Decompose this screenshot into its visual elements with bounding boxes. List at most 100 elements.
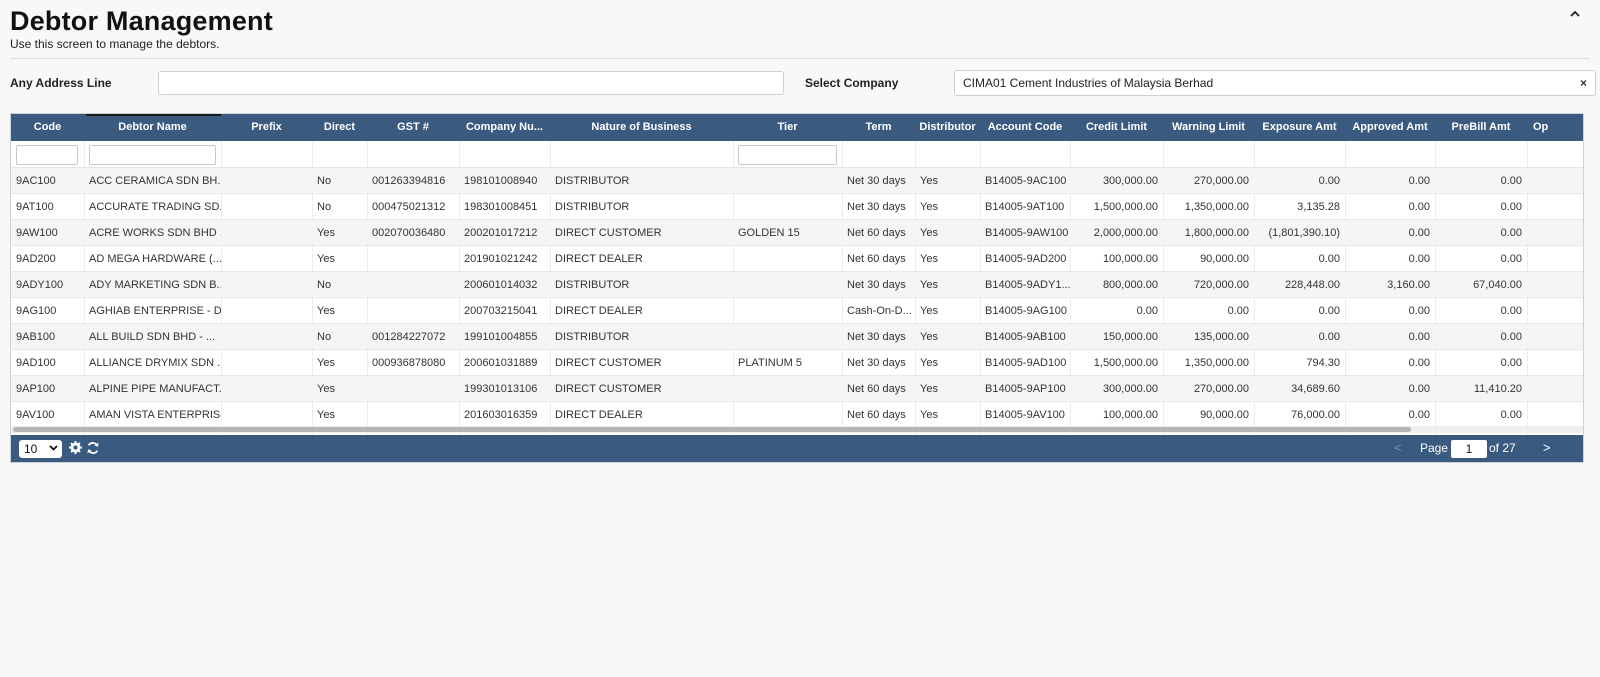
column-header-term[interactable]: Term	[842, 114, 915, 141]
cell-term: Net 30 days	[847, 331, 906, 343]
cell-warning-limit: 270,000.00	[1193, 383, 1249, 395]
table-row[interactable]: 9AD200 AD MEGA HARDWARE (... Yes 2019010212…	[11, 246, 1583, 272]
caret-up-icon[interactable]	[1570, 6, 1580, 21]
scrollbar-thumb[interactable]	[13, 427, 1411, 432]
cell-credit-limit: 100,000.00	[1102, 409, 1158, 421]
cell-nature-of-business: DISTRIBUTOR	[555, 201, 630, 213]
cell-tier	[733, 194, 842, 220]
cell-approved-amt: 0.00	[1408, 305, 1430, 317]
cell-approved-amt: 0.00	[1408, 201, 1430, 213]
company-select[interactable]: CIMA01 Cement Industries of Malaysia Ber…	[954, 70, 1596, 96]
cell-code: 9AB100	[16, 331, 56, 343]
column-header-tier[interactable]: Tier	[733, 114, 842, 141]
cell-tier	[733, 324, 842, 350]
table-row[interactable]: 9AV100 AMAN VISTA ENTERPRIS... Yes 20160301…	[11, 402, 1583, 428]
cell-code: 9AV100	[16, 409, 55, 421]
cell-company-number: 200201017212	[464, 227, 538, 239]
cell-warning-limit: 1,800,000.00	[1184, 227, 1249, 239]
column-header-credit-limit[interactable]: Credit Limit	[1070, 114, 1163, 141]
table-row[interactable]: 9AD100 ALLIANCE DRYMIX SDN ... Yes 00093687…	[11, 350, 1583, 376]
table-row[interactable]: 9AC100 ACC CERAMICA SDN BH... No 0012633948…	[11, 168, 1583, 194]
cell-tier	[733, 376, 842, 402]
table-row[interactable]: 9AW100 ACRE WORKS SDN BHD ... Yes 002070036…	[11, 220, 1583, 246]
prev-page-button[interactable]: <	[1394, 440, 1402, 455]
cell-debtor-name: ALPINE PIPE MANUFACT...	[89, 383, 221, 395]
cell-term: Net 60 days	[847, 253, 906, 265]
cell-code: 9AG100	[16, 305, 57, 317]
cell-prefix	[221, 324, 312, 350]
column-header-nature-of-business[interactable]: Nature of Business	[550, 114, 733, 141]
cell-code: 9AT100	[16, 201, 54, 213]
cell-exposure-amt: 76,000.00	[1291, 409, 1340, 421]
cell-nature-of-business: DIRECT DEALER	[555, 409, 643, 421]
page-title: Debtor Management	[10, 6, 273, 36]
table-row[interactable]: 9AB100 ALL BUILD SDN BHD - ... No 001284227…	[11, 324, 1583, 350]
cell-gst	[367, 376, 459, 402]
column-header-account-code[interactable]: Account Code	[980, 114, 1070, 141]
code-filter-input[interactable]	[16, 145, 78, 165]
cell-credit-limit: 800,000.00	[1102, 279, 1158, 291]
cell-distributor: Yes	[920, 227, 938, 239]
cell-nature-of-business: DIRECT DEALER	[555, 253, 643, 265]
cell-prefix	[221, 402, 312, 428]
table-row[interactable]: 9ADY100 ADY MARKETING SDN B... No 200601014…	[11, 272, 1583, 298]
cell-tier: PLATINUM 5	[738, 357, 802, 369]
column-header-warning-limit[interactable]: Warning Limit	[1163, 114, 1254, 141]
cell-warning-limit: 90,000.00	[1200, 409, 1249, 421]
cell-warning-limit: 1,350,000.00	[1184, 201, 1249, 213]
cell-exposure-amt: 0.00	[1318, 253, 1340, 265]
gear-icon[interactable]	[69, 441, 82, 457]
column-header-debtor-name[interactable]: Debtor Name	[84, 114, 221, 141]
cell-gst	[367, 298, 459, 324]
cell-term: Net 60 days	[847, 227, 906, 239]
next-page-button[interactable]: >	[1543, 440, 1551, 455]
cell-approved-amt: 0.00	[1408, 383, 1430, 395]
clear-icon[interactable]: ×	[1580, 71, 1587, 95]
cell-distributor: Yes	[920, 201, 938, 213]
refresh-icon[interactable]	[86, 441, 100, 458]
column-header-prebill-amt[interactable]: PreBill Amt	[1435, 114, 1527, 141]
grid-filter-row	[11, 141, 1583, 168]
cell-approved-amt: 0.00	[1408, 175, 1430, 187]
cell-approved-amt: 0.00	[1408, 409, 1430, 421]
cell-gst: 001263394816	[372, 175, 446, 187]
column-header-company-number[interactable]: Company Nu...	[459, 114, 550, 141]
address-search-input[interactable]	[158, 71, 784, 95]
column-header-exposure-amt[interactable]: Exposure Amt	[1254, 114, 1345, 141]
column-header-direct[interactable]: Direct	[312, 114, 367, 141]
cell-prebill-amt: 0.00	[1500, 201, 1522, 213]
cell-exposure-amt: 228,448.00	[1284, 279, 1340, 291]
cell-term: Net 30 days	[847, 175, 906, 187]
cell-company-number: 200601031889	[464, 357, 538, 369]
column-header-distributor[interactable]: Distributor	[915, 114, 980, 141]
table-row[interactable]: 9AT100 ACCURATE TRADING SD... No 0004750213…	[11, 194, 1583, 220]
cell-prebill-amt: 0.00	[1500, 175, 1522, 187]
cell-credit-limit: 300,000.00	[1102, 175, 1158, 187]
column-header-gst[interactable]: GST #	[367, 114, 459, 141]
cell-term: Cash-On-D...	[847, 305, 912, 317]
cell-code: 9AD200	[16, 253, 56, 265]
cell-company-number: 199301013106	[464, 383, 538, 395]
cell-distributor: Yes	[920, 357, 938, 369]
page-size-select[interactable]: 10	[19, 440, 62, 458]
column-header-approved-amt[interactable]: Approved Amt	[1345, 114, 1435, 141]
cell-prebill-amt: 0.00	[1500, 305, 1522, 317]
cell-prefix	[221, 246, 312, 272]
cell-account-code: B14005-9AD200	[985, 253, 1067, 265]
debtor-name-filter-input[interactable]	[89, 145, 216, 165]
column-header-code[interactable]: Code	[11, 114, 84, 141]
table-row[interactable]: 9AP100 ALPINE PIPE MANUFACT... Yes 19930101…	[11, 376, 1583, 402]
cell-prefix	[221, 194, 312, 220]
table-row[interactable]: 9AG100 AGHIAB ENTERPRISE - D... Yes 2007032…	[11, 298, 1583, 324]
cell-nature-of-business: DIRECT CUSTOMER	[555, 227, 662, 239]
column-header-prefix[interactable]: Prefix	[221, 114, 312, 141]
tier-filter-input[interactable]	[738, 145, 837, 165]
cell-credit-limit: 0.00	[1136, 305, 1158, 317]
page-number-input[interactable]: 1	[1451, 440, 1487, 458]
company-select-value: CIMA01 Cement Industries of Malaysia Ber…	[963, 76, 1214, 90]
column-header-op[interactable]: Op	[1527, 114, 1567, 141]
sort-indicator	[86, 114, 221, 116]
cell-gst: 002070036480	[372, 227, 446, 239]
cell-gst: 001284227072	[372, 331, 446, 343]
horizontal-scrollbar[interactable]	[11, 426, 1583, 433]
